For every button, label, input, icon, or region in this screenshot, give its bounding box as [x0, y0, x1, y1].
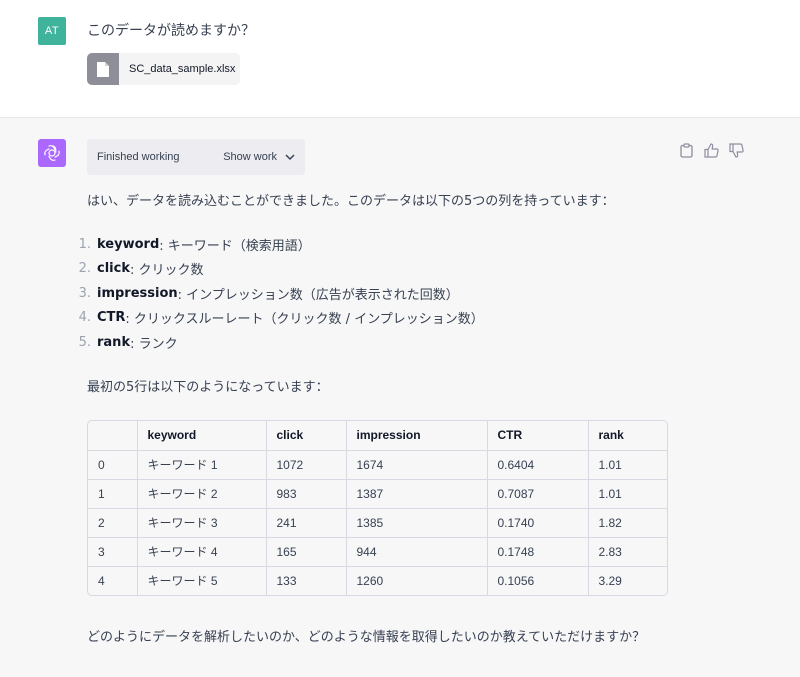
- table-cell: キーワード 5: [136, 565, 266, 595]
- table-row: 0 キーワード 1 1072 1674 0.6404 1.01: [88, 449, 667, 479]
- assistant-intro-text: はい、データを読み込むことができました。このデータは以下の5つの列を持っています…: [87, 194, 615, 209]
- list-number: 5.: [78, 334, 91, 350]
- file-attachment[interactable]: SC_data_sample.xlsx: [87, 53, 240, 85]
- column-list-item: 2. click: クリック数: [71, 257, 484, 282]
- chevron-down-icon: [285, 153, 295, 160]
- table-intro-text: 最初の5行は以下のようになっています：: [87, 380, 329, 395]
- column-description: : クリックスルーレート（クリック数 / インプレッション数）: [125, 312, 484, 328]
- user-avatar: AT: [38, 17, 66, 45]
- table-header-cell: CTR: [486, 421, 588, 450]
- table-cell: 0.6404: [486, 449, 588, 479]
- data-table: keyword click impression CTR rank 0 キーワード 1 10…: [87, 420, 668, 596]
- list-number: 2.: [78, 261, 91, 277]
- column-name: rank: [97, 334, 131, 350]
- file-name: SC_data_sample.xlsx: [129, 63, 236, 75]
- list-number: 3.: [78, 285, 91, 301]
- column-name: click: [97, 261, 130, 277]
- column-list-item: 5. rank: ランク: [71, 330, 484, 355]
- assistant-avatar: [38, 139, 66, 167]
- column-description: : ランク: [130, 336, 178, 352]
- table-header-row: keyword click impression CTR rank: [88, 421, 667, 450]
- table-cell: 2: [88, 507, 137, 537]
- table-cell: 944: [345, 536, 487, 566]
- table-cell: 1: [88, 478, 137, 508]
- assistant-message-block: Finished working Show work はい、データを読み込むこと…: [0, 118, 800, 677]
- document-icon: [87, 53, 119, 85]
- table-cell: 1.01: [587, 449, 667, 479]
- clipboard-icon[interactable]: [678, 142, 695, 159]
- assistant-closing-text: どのようにデータを解析したいのか、どのような情報を取得したいのか教えていただけま…: [87, 630, 646, 645]
- table-cell: 2.83: [587, 536, 667, 566]
- table-cell: 0.1740: [486, 507, 588, 537]
- message-actions: [678, 142, 745, 159]
- table-row: 1 キーワード 2 983 1387 0.7087 1.01: [88, 478, 667, 508]
- openai-logo-icon: [44, 145, 60, 161]
- table-row: 3 キーワード 4 165 944 0.1748 2.83: [88, 536, 667, 566]
- table-cell: 0.1748: [486, 536, 588, 566]
- table-cell: 3: [88, 536, 137, 566]
- table-row: 2 キーワード 3 241 1385 0.1740 1.82: [88, 507, 667, 537]
- table-cell: 4: [88, 565, 137, 595]
- table-row: 4 キーワード 5 133 1260 0.1056 3.29: [88, 565, 667, 595]
- list-number: 4.: [78, 310, 91, 326]
- column-description: : インプレッション数（広告が表示された回数）: [177, 287, 459, 303]
- thumbs-up-icon[interactable]: [703, 142, 720, 159]
- table-header-cell: rank: [587, 421, 667, 450]
- table-header-cell: impression: [345, 421, 487, 450]
- table-cell: 1260: [345, 565, 487, 595]
- column-list-item: 1. keyword: キーワード（検索用語）: [71, 232, 484, 257]
- table-cell: 1.82: [587, 507, 667, 537]
- show-work-button[interactable]: Show work: [223, 151, 295, 163]
- table-cell: 0.7087: [486, 478, 588, 508]
- list-number: 1.: [78, 236, 91, 252]
- table-cell: 1674: [345, 449, 487, 479]
- table-cell: キーワード 4: [136, 536, 266, 566]
- table-cell: 983: [265, 478, 346, 508]
- table-header-cell: keyword: [136, 421, 266, 450]
- table-cell: キーワード 2: [136, 478, 266, 508]
- column-description: : クリック数: [129, 263, 204, 279]
- table-cell: キーワード 3: [136, 507, 266, 537]
- table-cell: キーワード 1: [136, 449, 266, 479]
- table-cell: 133: [265, 565, 346, 595]
- column-list-item: 4. CTR: クリックスルーレート（クリック数 / インプレッション数）: [71, 306, 484, 331]
- table-cell: 1.01: [587, 478, 667, 508]
- column-list: 1. keyword: キーワード（検索用語） 2. click: クリック数 3. im…: [71, 232, 484, 355]
- column-name: keyword: [97, 236, 160, 252]
- table-cell: 3.29: [587, 565, 667, 595]
- table-cell: 165: [265, 536, 346, 566]
- show-work-label: Show work: [223, 151, 277, 163]
- table-cell: 1387: [345, 478, 487, 508]
- table-cell: 1385: [345, 507, 487, 537]
- thumbs-down-icon[interactable]: [728, 142, 745, 159]
- user-message-text: このデータが読めますか？: [87, 23, 255, 39]
- tool-status-pill: Finished working Show work: [87, 139, 305, 175]
- table-cell: 0.1056: [486, 565, 588, 595]
- column-list-item: 3. impression: インプレッション数（広告が表示された回数）: [71, 281, 484, 306]
- user-message-block: AT このデータが読めますか？ SC_data_sample.xlsx: [0, 0, 800, 118]
- column-name: CTR: [97, 310, 126, 326]
- status-text: Finished working: [97, 151, 180, 163]
- column-description: : キーワード（検索用語）: [159, 238, 311, 254]
- table-cell: 241: [265, 507, 346, 537]
- table-body: 0 キーワード 1 1072 1674 0.6404 1.01 1 キーワード 2 983 138…: [88, 449, 667, 595]
- table-header-cell: [88, 421, 137, 450]
- table-cell: 1072: [265, 449, 346, 479]
- column-name: impression: [97, 285, 178, 301]
- table-cell: 0: [88, 449, 137, 479]
- table-header-cell: click: [265, 421, 346, 450]
